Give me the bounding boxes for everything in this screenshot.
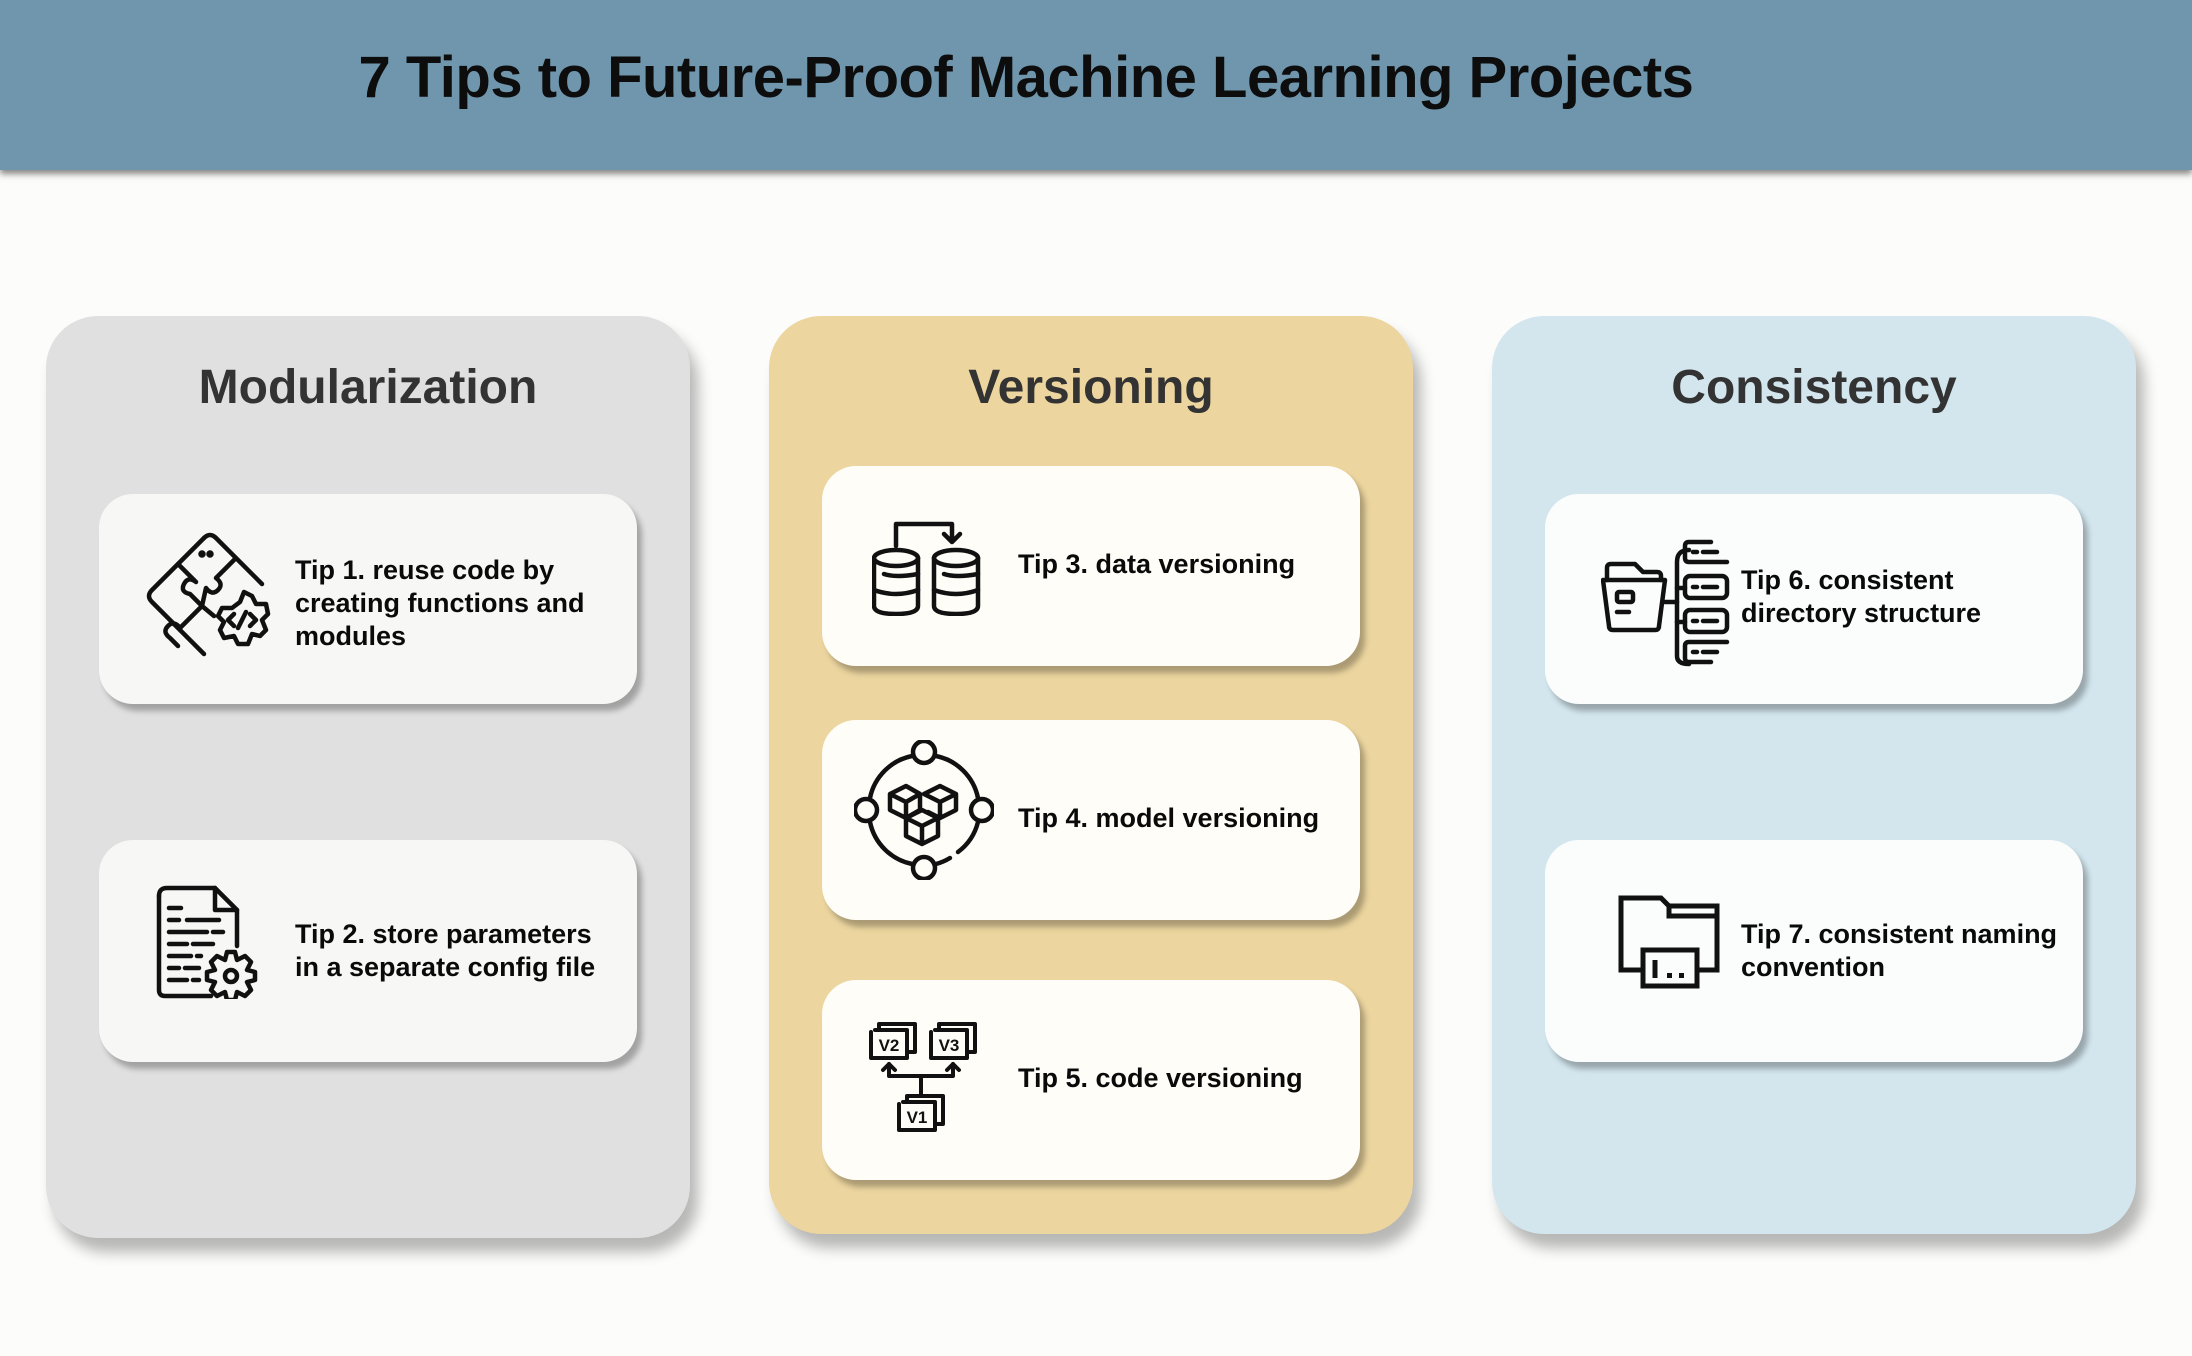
page-title: 7 Tips to Future-Proof Machine Learning … <box>358 44 1694 110</box>
tip-text: Tip 1. reuse code by creating functions … <box>295 555 585 651</box>
title-banner: 7 Tips to Future-Proof Machine Learning … <box>0 0 2192 170</box>
tip-card-5: V2 V3 V1 Tip 5. code versioning <box>822 980 1360 1180</box>
tip-card-6: Tip 6. consistent directory structure <box>1545 494 2083 704</box>
version-label-v3: V3 <box>939 1036 960 1055</box>
tip-text: Tip 3. data versioning <box>1018 549 1296 579</box>
tip-card-7: Tip 7. consistent naming convention <box>1545 840 2083 1062</box>
column-modularization: Modularization Tip 1. reuse code by crea… <box>46 316 690 1238</box>
tip-card-1: Tip 1. reuse code by creating functions … <box>99 494 637 704</box>
version-label-v1: V1 <box>907 1108 928 1127</box>
database-copy-icon <box>871 516 982 617</box>
tip-card-4: Tip 4. model versioning <box>822 720 1360 920</box>
puzzle-code-icon <box>144 532 274 662</box>
column-consistency: Consistency Tip 6. consistent directory … <box>1492 316 2136 1234</box>
column-versioning: Versioning Tip 3. data versioning Tip 4.… <box>769 316 1413 1234</box>
code-versions-icon: V2 V3 V1 <box>867 1020 987 1135</box>
column-heading: Consistency <box>1671 361 1957 414</box>
tip-text: Tip 2. store parameters in a separate co… <box>295 919 596 982</box>
tip-text: Tip 5. code versioning <box>1018 1063 1303 1093</box>
model-cubes-orbit-icon <box>852 738 996 882</box>
config-file-gear-icon <box>151 884 266 1003</box>
folder-tree-icon <box>1600 534 1741 674</box>
tip-card-3: Tip 3. data versioning <box>822 466 1360 666</box>
tip-text: Tip 4. model versioning <box>1018 803 1320 833</box>
folder-naming-icon <box>1617 894 1722 989</box>
tip-text: Tip 6. consistent directory structure <box>1741 565 1982 628</box>
tip-card-2: Tip 2. store parameters in a separate co… <box>99 840 637 1062</box>
version-label-v2: V2 <box>879 1036 900 1055</box>
tip-text: Tip 7. consistent naming convention <box>1741 919 2058 982</box>
column-heading: Versioning <box>968 361 1214 414</box>
column-heading: Modularization <box>198 361 538 414</box>
